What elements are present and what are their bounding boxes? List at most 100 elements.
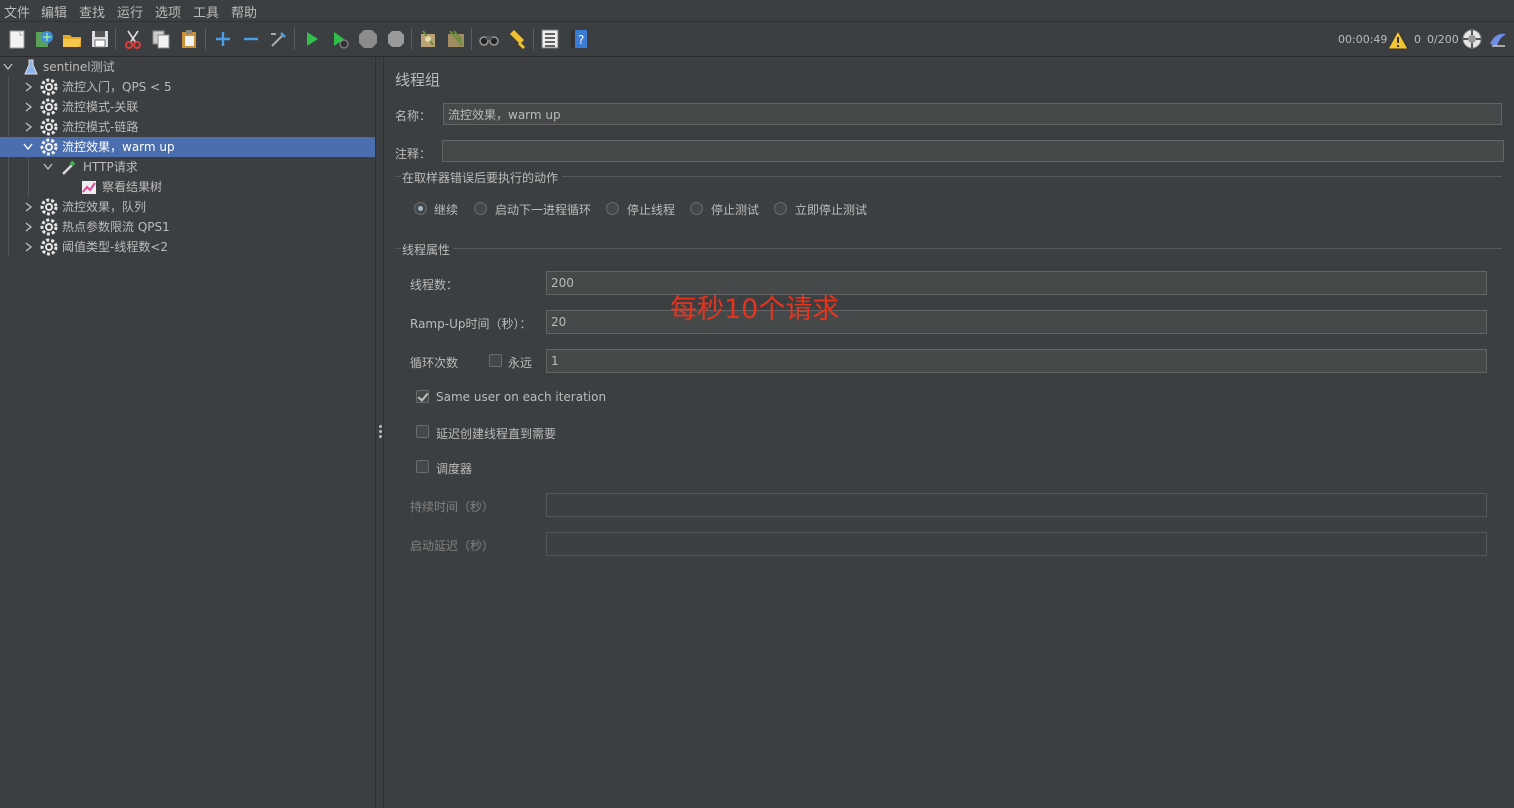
gear-icon (40, 98, 58, 116)
chevron-down-icon[interactable] (23, 137, 33, 157)
paste-icon[interactable] (178, 28, 200, 50)
tree-item-label: 流控入门，QPS < 5 (62, 80, 172, 94)
tree-root[interactable]: sentinel测试 (0, 57, 375, 77)
templates-icon[interactable] (33, 28, 55, 50)
tree-item-label: 热点参数限流 QPS1 (62, 220, 170, 234)
warning-count: 0 (1414, 33, 1421, 46)
radio-stop-thread-label: 停止线程 (627, 203, 676, 217)
tree-item-label: 流控模式-链路 (62, 120, 139, 134)
scheduler-label: 调度器 (436, 462, 473, 476)
tree-item-label: 阈值类型-线程数<2 (62, 240, 169, 254)
open-icon[interactable] (61, 28, 83, 50)
reset-search-icon[interactable] (506, 28, 528, 50)
start-icon[interactable] (301, 28, 323, 50)
toggle-icon[interactable] (268, 28, 290, 50)
chevron-right-icon[interactable] (23, 217, 33, 237)
tree-item[interactable]: 察看结果树 (0, 177, 375, 197)
save-icon[interactable] (89, 28, 111, 50)
toolbar-separator (471, 28, 472, 50)
thread-props-heading: 线程属性 (402, 243, 451, 257)
shutdown-icon[interactable] (385, 28, 407, 50)
collapse-all-icon[interactable] (240, 28, 262, 50)
radio-stop-test-now-label: 立即停止测试 (795, 203, 868, 217)
radio-stop-test[interactable] (690, 202, 703, 215)
chevron-down-icon[interactable] (43, 157, 53, 177)
scheduler-checkbox[interactable] (416, 460, 429, 473)
menu-help[interactable]: 帮助 (231, 2, 257, 21)
section-border (453, 248, 1502, 249)
gear-icon (40, 238, 58, 256)
menu-run[interactable]: 运行 (117, 2, 143, 21)
delay-thread-creation-checkbox[interactable] (416, 425, 429, 438)
tree-item-label: HTTP请求 (83, 160, 138, 174)
search-icon[interactable] (478, 28, 500, 50)
chevron-right-icon[interactable] (23, 77, 33, 97)
section-border (395, 176, 401, 177)
tree-item[interactable]: 流控模式-链路 (0, 117, 375, 137)
test-plan-tree: sentinel测试 流控入门，QPS < 5 流控模式-关联 流控模式-链路 … (0, 57, 375, 808)
remote-icon[interactable] (1461, 28, 1483, 50)
tree-item[interactable]: 热点参数限流 QPS1 (0, 217, 375, 237)
stop-icon[interactable] (357, 28, 379, 50)
grip-dot (379, 425, 382, 428)
toolbar-separator (294, 28, 295, 50)
clear-all-icon[interactable] (445, 28, 467, 50)
thread-group-panel: 线程组 名称： 注释： 在取样器错误后要执行的动作 继续 启动下一进程循环 停止… (385, 57, 1514, 808)
gear-icon (40, 218, 58, 236)
tree-item[interactable]: 流控入门，QPS < 5 (0, 77, 375, 97)
menu-options[interactable]: 选项 (155, 2, 181, 21)
chevron-right-icon[interactable] (23, 97, 33, 117)
delay-thread-creation-label: 延迟创建线程直到需要 (436, 427, 557, 441)
chevron-right-icon[interactable] (23, 117, 33, 137)
tree-root-label: sentinel测试 (43, 60, 115, 74)
copy-icon[interactable] (150, 28, 172, 50)
tree-item[interactable]: 流控效果，队列 (0, 197, 375, 217)
comment-field[interactable] (442, 140, 1504, 162)
svg-text:?: ? (578, 33, 584, 47)
expand-all-icon[interactable] (212, 28, 234, 50)
toolbar: ? 00:00:49 0 0/200 (0, 22, 1514, 57)
warning-icon[interactable] (1387, 29, 1409, 51)
forever-checkbox[interactable] (489, 354, 502, 367)
menu-file[interactable]: 文件 (4, 2, 30, 21)
menu-edit[interactable]: 编辑 (41, 2, 67, 21)
flask-icon (24, 59, 38, 75)
elapsed-time: 00:00:49 (1338, 33, 1388, 46)
start-no-pauses-icon[interactable] (329, 28, 351, 50)
split-pane-divider[interactable] (375, 57, 384, 808)
name-field[interactable] (443, 103, 1502, 125)
toolbar-separator (533, 28, 534, 50)
duration-field[interactable] (546, 493, 1487, 517)
thread-count-label: 线程数： (410, 278, 459, 292)
radio-stop-test-now[interactable] (774, 202, 787, 215)
cut-icon[interactable] (122, 28, 144, 50)
chevron-right-icon[interactable] (23, 197, 33, 217)
active-threads: 0/200 (1427, 33, 1459, 46)
tree-item[interactable]: 流控模式-关联 (0, 97, 375, 117)
grip-dot (379, 435, 382, 438)
gear-icon (40, 198, 58, 216)
loop-count-field[interactable] (546, 349, 1487, 373)
help-icon[interactable]: ? (568, 28, 590, 50)
radio-start-next-loop[interactable] (474, 202, 487, 215)
toolbar-separator (411, 28, 412, 50)
tree-item[interactable]: 阈值类型-线程数<2 (0, 237, 375, 257)
same-user-checkbox[interactable] (416, 390, 429, 403)
tree-item-selected[interactable]: 流控效果，warm up (0, 137, 375, 157)
new-icon[interactable] (6, 28, 28, 50)
radio-stop-thread[interactable] (606, 202, 619, 215)
tree-item[interactable]: HTTP请求 (0, 157, 375, 177)
radio-continue[interactable] (414, 202, 427, 215)
startup-delay-field[interactable] (546, 532, 1487, 556)
clear-icon[interactable] (417, 28, 439, 50)
menu-tools[interactable]: 工具 (193, 2, 219, 21)
menu-search[interactable]: 查找 (79, 2, 105, 21)
chevron-down-icon[interactable] (3, 57, 13, 77)
section-border (562, 176, 1502, 177)
startup-delay-label: 启动延迟（秒） (410, 539, 495, 553)
chevron-right-icon[interactable] (23, 237, 33, 257)
function-helper-icon[interactable] (539, 28, 561, 50)
duration-label: 持续时间（秒） (410, 500, 495, 514)
loop-count-label: 循环次数 (410, 356, 459, 370)
tree-item-label: 流控模式-关联 (62, 100, 139, 114)
